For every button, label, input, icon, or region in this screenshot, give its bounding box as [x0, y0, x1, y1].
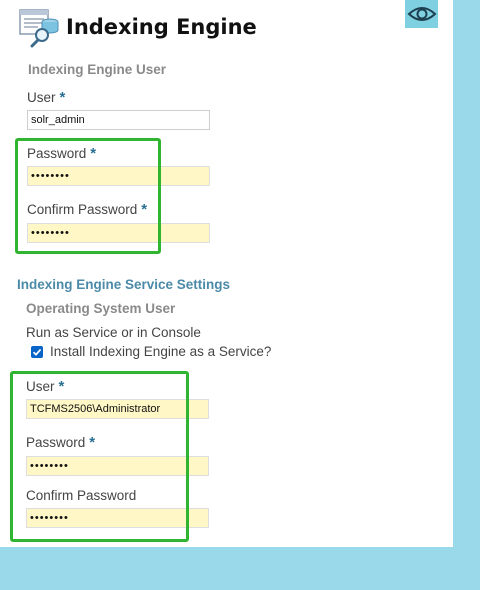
- required-asterisk: *: [59, 89, 66, 106]
- show-password-button[interactable]: [405, 0, 438, 28]
- os-user-section-label: Operating System User: [26, 301, 176, 316]
- run-mode-label: Run as Service or in Console: [26, 325, 201, 340]
- eye-icon: [407, 7, 436, 21]
- install-service-checkbox[interactable]: [31, 345, 43, 358]
- installer-panel: Indexing Engine Indexing Engine User Use…: [0, 0, 453, 547]
- checkmark-icon: [32, 348, 42, 356]
- os-user-highlight-box: [10, 371, 189, 542]
- engine-user-label-text: User: [27, 90, 56, 105]
- database-search-icon: [19, 9, 59, 48]
- install-service-option[interactable]: Install Indexing Engine as a Service?: [31, 344, 271, 359]
- engine-user-input[interactable]: [27, 110, 210, 130]
- install-service-label: Install Indexing Engine as a Service?: [50, 344, 272, 359]
- engine-user-label: User *: [27, 89, 65, 106]
- engine-user-section-label: Indexing Engine User: [28, 62, 167, 77]
- page-title: Indexing Engine: [66, 15, 257, 39]
- service-settings-heading: Indexing Engine Service Settings: [17, 277, 231, 292]
- password-highlight-box: [15, 138, 161, 254]
